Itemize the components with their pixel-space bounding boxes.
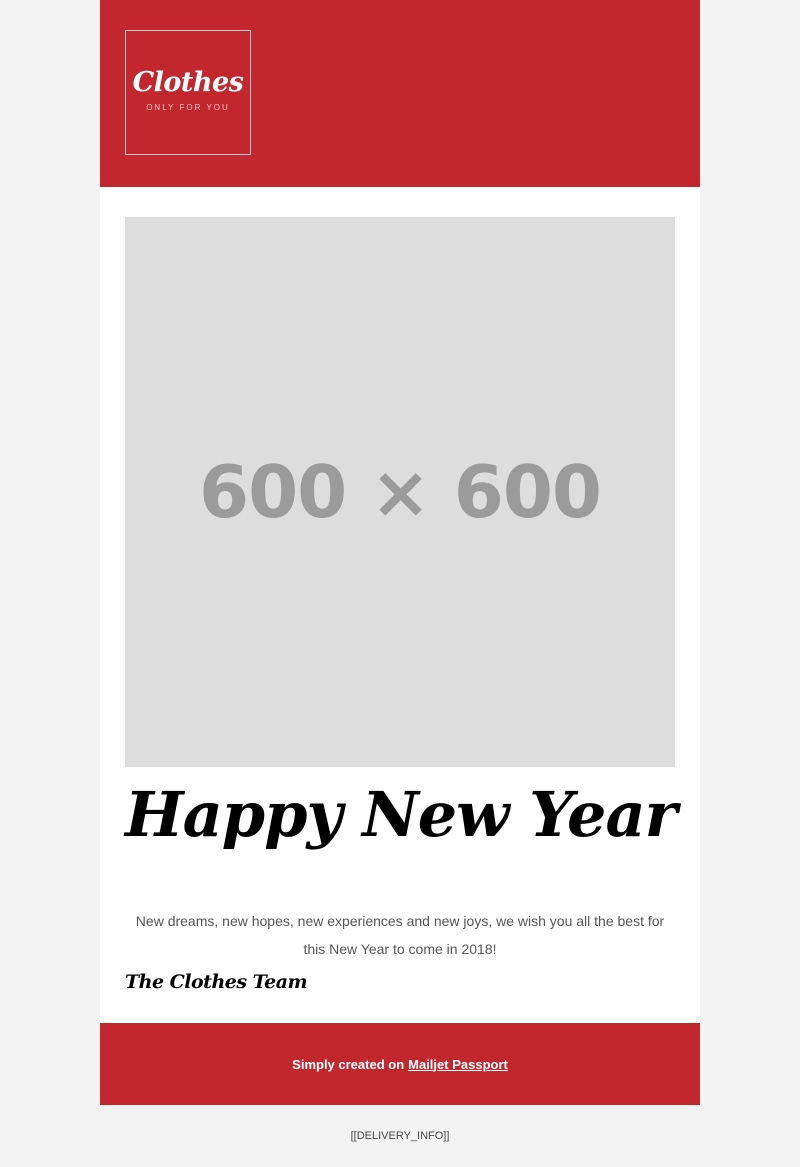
- logo-tagline: ONLY FOR YOU: [146, 103, 230, 112]
- hero-placeholder-text: 600 × 600: [198, 450, 602, 534]
- logo-name: Clothes: [132, 67, 244, 98]
- headline: Happy New Year: [125, 778, 677, 851]
- brand-logo[interactable]: Clothes ONLY FOR YOU: [125, 30, 251, 155]
- delivery-info: [[DELIVERY_INFO]]: [350, 1130, 450, 1142]
- email-header: Clothes ONLY FOR YOU: [100, 0, 700, 187]
- hero-image-placeholder: 600 × 600: [125, 217, 675, 767]
- email-body: 600 × 600 Happy New Year New dreams, new…: [100, 187, 700, 1023]
- signature: The Clothes Team: [125, 971, 308, 993]
- mailjet-passport-link[interactable]: Mailjet Passport: [408, 1057, 508, 1072]
- email-container: Clothes ONLY FOR YOU 600 × 600 Happy New…: [100, 0, 700, 1142]
- footer-prefix: Simply created on: [292, 1056, 405, 1072]
- email-footer: Simply created on Mailjet Passport: [100, 1023, 700, 1105]
- greeting-message: New dreams, new hopes, new experiences a…: [135, 913, 665, 957]
